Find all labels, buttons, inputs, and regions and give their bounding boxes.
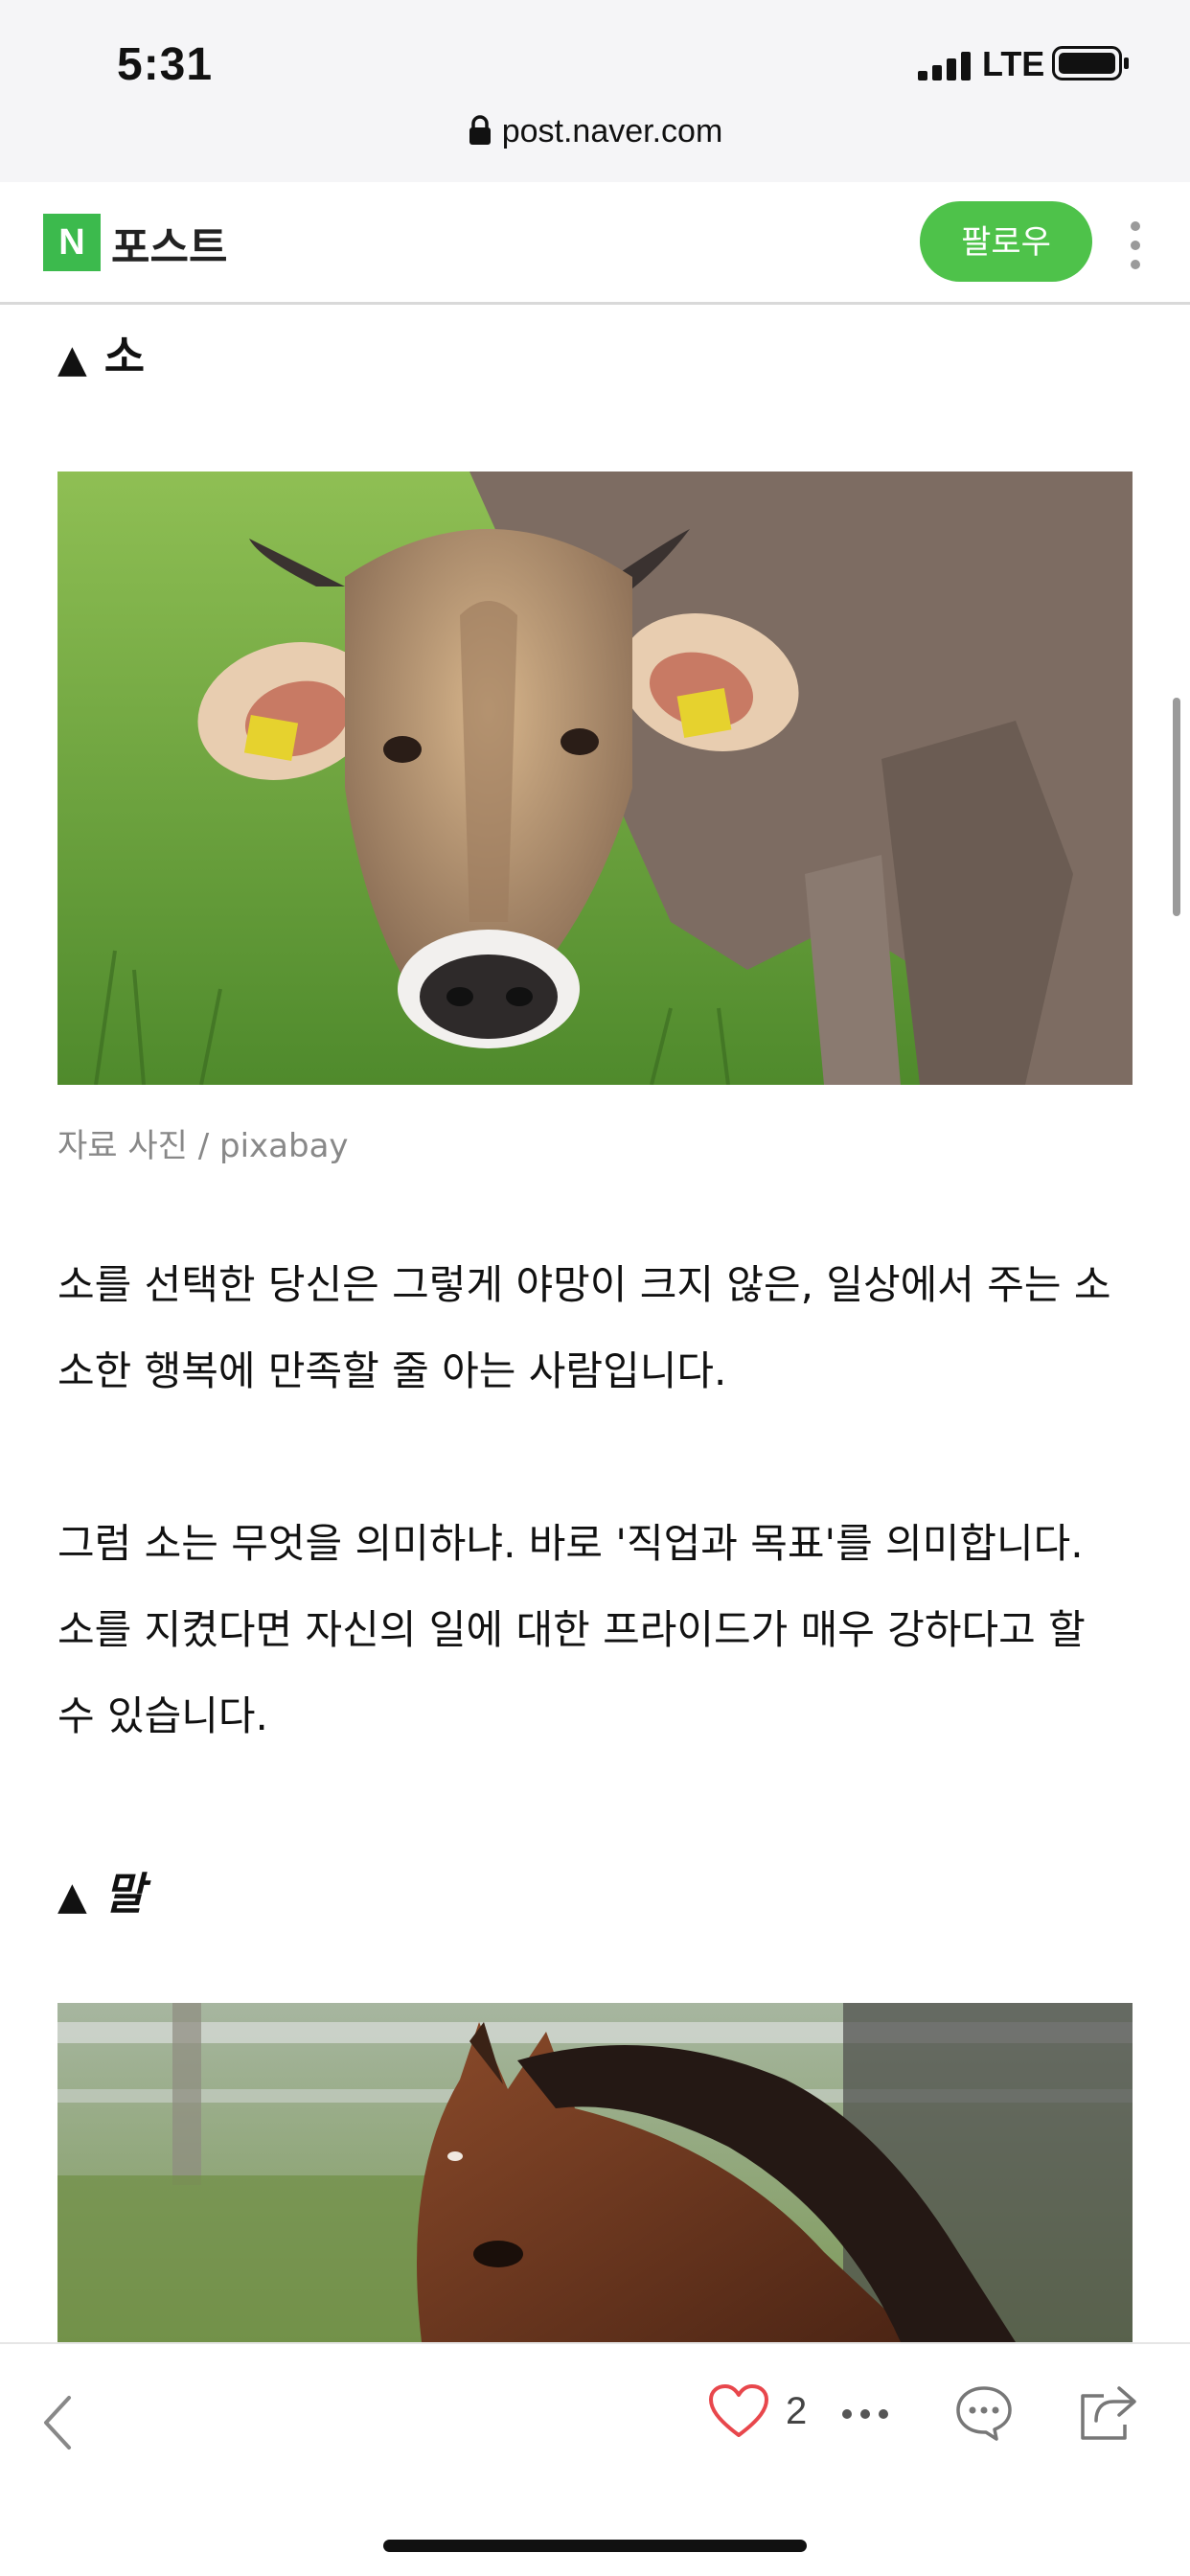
address-bar[interactable]: post.naver.com xyxy=(0,113,1190,150)
follow-button[interactable]: 팔로우 xyxy=(920,201,1092,282)
share-icon[interactable] xyxy=(1077,2382,1138,2442)
scrollbar[interactable] xyxy=(1173,698,1180,916)
home-indicator[interactable] xyxy=(383,2540,807,2552)
horse-photo xyxy=(57,2003,1133,2342)
like-count: 2 xyxy=(786,2390,808,2432)
more-vertical-icon[interactable] xyxy=(1121,217,1150,274)
comment-icon[interactable] xyxy=(954,2384,1014,2442)
image-caption: 자료 사진 / pixabay xyxy=(57,1127,349,1165)
lock-icon xyxy=(469,115,491,145)
url-text: post.naver.com xyxy=(501,113,723,150)
post-header: N 포스트 팔로우 xyxy=(0,182,1190,305)
network-type: LTE xyxy=(982,44,1045,83)
back-icon[interactable] xyxy=(38,2392,77,2453)
cow-photo xyxy=(57,472,1133,1085)
section-heading-cow: ▲ 소 xyxy=(57,322,145,385)
more-horizontal-icon[interactable] xyxy=(841,2407,889,2421)
triangle-marker: ▲ xyxy=(57,1874,87,1919)
naver-logo[interactable]: N xyxy=(43,214,101,271)
post-title[interactable]: 포스트 xyxy=(111,213,227,274)
triangle-marker: ▲ xyxy=(57,337,87,381)
battery-icon xyxy=(1052,46,1129,80)
heading-text: 말 xyxy=(103,1868,146,1920)
heading-text: 소 xyxy=(103,331,146,382)
paragraph-1: 소를 선택한 당신은 그렇게 야망이 크지 않은, 일상에서 주는 소소한 행복… xyxy=(57,1261,1111,1394)
section-heading-horse: ▲ 말 xyxy=(57,1859,145,1922)
status-time: 5:31 xyxy=(117,39,214,90)
heart-icon[interactable] xyxy=(707,2382,770,2440)
paragraph-2: 그럼 소는 무엇을 의미하냐. 바로 '직업과 목표'를 의미합니다. 소를 지… xyxy=(57,1520,1086,1739)
status-bar: 5:31 LTE post.naver.com xyxy=(0,0,1190,182)
signal-bars-icon xyxy=(918,52,971,80)
